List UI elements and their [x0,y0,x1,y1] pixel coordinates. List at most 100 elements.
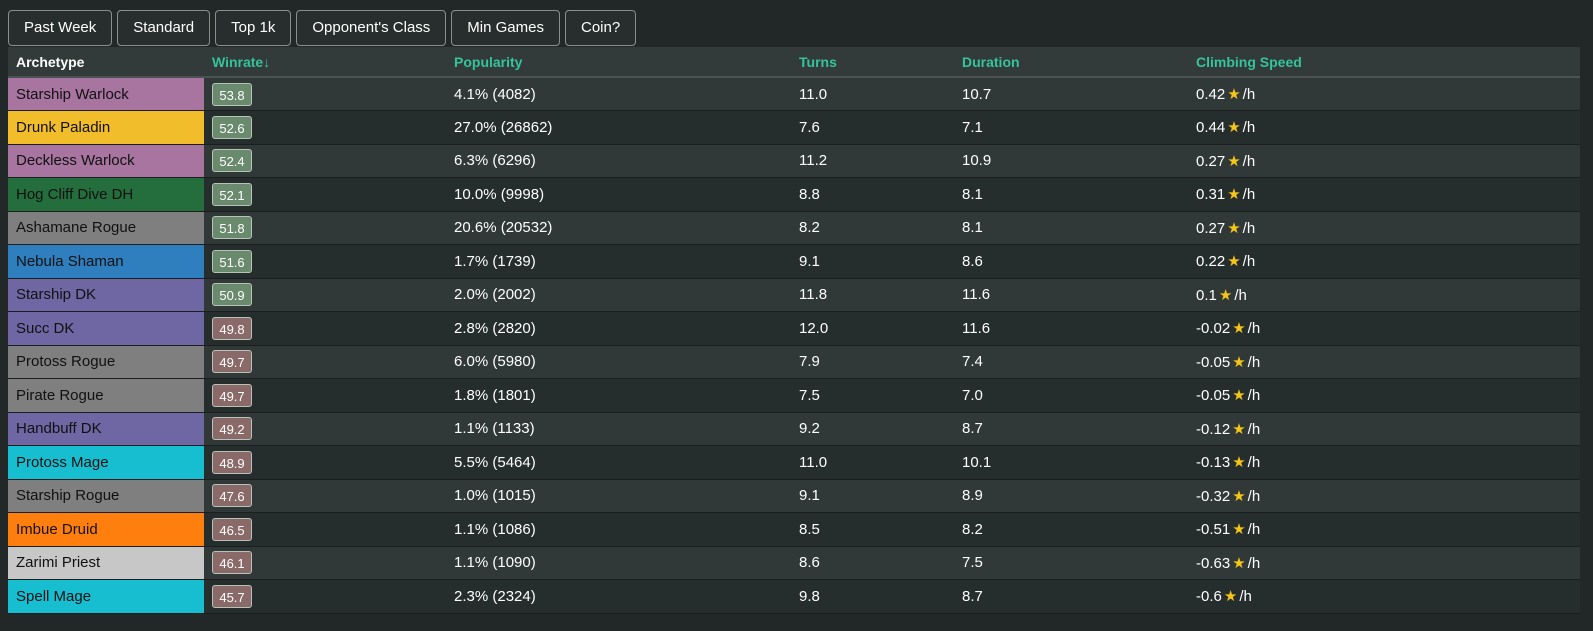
winrate-badge: 50.9 [212,283,252,307]
per-hour-unit: /h [1247,487,1261,505]
winrate-badge: 51.6 [212,249,252,273]
climbing-speed-value: 0.22 [1196,253,1226,271]
archetype-name[interactable]: Imbue Druid [8,512,204,546]
duration-cell: 8.2 [962,520,983,538]
winrate-cell: 49.8 [204,312,446,346]
archetype-name[interactable]: Starship DK [8,278,204,312]
climbing-speed-value: 0.1 [1196,286,1217,304]
table-row: Nebula Shaman 51.6 1.7% (1739) 9.1 8.6 0.22 ★ /… [8,244,1580,279]
coin-button[interactable]: Coin? [564,10,637,46]
winrate-badge: 47.6 [212,484,252,508]
winrate-badge: 49.8 [212,316,252,340]
winrate-badge: 48.9 [212,450,252,474]
climbing-speed-value: -0.63 [1196,554,1231,572]
winrate-badge: 52.6 [212,115,252,139]
opponents-class-button[interactable]: Opponent's Class [296,10,447,46]
winrate-cell: 47.6 [204,479,446,513]
archetype-name[interactable]: Succ DK [8,311,204,345]
duration-cell: 7.0 [962,386,983,404]
climbing-speed-cell: 0.42 ★/h [1188,77,1580,111]
winrate-cell: 49.7 [204,345,446,379]
climbing-speed-cell: -0.05 ★/h [1188,345,1580,379]
header-winrate[interactable]: Winrate↓ [204,47,446,77]
popularity-cell: 1.7% (1739) [454,252,536,270]
popularity-cell: 27.0% (26862) [454,118,553,136]
per-hour-unit: /h [1242,152,1256,170]
header-duration[interactable]: Duration [954,47,1188,77]
turns-cell: 11.2 [799,152,828,170]
winrate-badge: 52.1 [212,182,252,206]
duration-cell: 11.6 [962,319,991,337]
popularity-cell: 1.1% (1090) [454,554,536,572]
duration-cell: 10.1 [962,453,992,471]
climbing-speed-cell: -0.51 ★/h [1188,513,1580,547]
star-icon: ★ [1232,454,1246,472]
archetype-name[interactable]: Starship Rogue [8,479,204,513]
archetype-name[interactable]: Protoss Rogue [8,345,204,379]
standard-button[interactable]: Standard [117,10,211,46]
turns-cell: 11.0 [799,85,828,103]
archetype-stats-table: Archetype Winrate↓ Popularity Turns Dura… [8,47,1580,614]
turns-cell: 11.8 [799,286,828,304]
table-row: Zarimi Priest 46.1 1.1% (1090) 8.6 7.5 -0.63 ★… [8,546,1580,580]
past-week-button[interactable]: Past Week [8,10,113,46]
per-hour-unit: /h [1247,320,1261,338]
header-climbing-speed[interactable]: Climbing Speed [1188,47,1580,77]
duration-cell: 8.7 [962,587,983,605]
archetype-name[interactable]: Deckless Warlock [8,144,204,178]
archetype-name[interactable]: Ashamane Rogue [8,211,204,245]
per-hour-unit: /h [1247,387,1261,405]
climbing-speed-value: -0.6 [1196,588,1222,606]
climbing-speed-cell: 0.1 ★/h [1188,278,1580,312]
popularity-cell: 2.0% (2002) [454,286,536,304]
duration-cell: 10.9 [962,152,992,170]
star-icon: ★ [1227,186,1241,204]
turns-cell: 8.2 [799,219,820,237]
climbing-speed-value: -0.05 [1196,353,1231,371]
table-row: Deckless Warlock 52.4 6.3% (6296) 11.2 10.9 0… [8,144,1580,178]
winrate-badge: 52.4 [212,149,252,173]
header-popularity[interactable]: Popularity [446,47,791,77]
popularity-cell: 20.6% (20532) [454,219,553,237]
climbing-speed-value: 0.42 [1196,86,1226,103]
header-archetype[interactable]: Archetype [8,47,204,77]
archetype-name[interactable]: Drunk Paladin [8,110,204,144]
archetype-name[interactable]: Spell Mage [8,579,204,613]
winrate-cell: 48.9 [204,446,446,480]
filter-toolbar: Past Week Standard Top 1k Opponent's Class M… [8,10,637,48]
climbing-speed-value: 0.31 [1196,186,1226,204]
per-hour-unit: /h [1242,119,1256,137]
per-hour-unit: /h [1247,554,1261,572]
winrate-badge: 46.1 [212,551,252,575]
archetype-name[interactable]: Zarimi Priest [8,546,204,580]
climbing-speed-value: -0.02 [1196,320,1231,338]
winrate-badge: 49.7 [212,383,252,407]
archetype-name[interactable]: Pirate Rogue [8,378,204,412]
winrate-cell: 52.1 [204,178,446,212]
archetype-name[interactable]: Protoss Mage [8,445,204,479]
turns-cell: 8.8 [799,185,820,203]
per-hour-unit: /h [1242,186,1256,204]
top-1k-button[interactable]: Top 1k [215,10,292,46]
table-row: Handbuff DK 49.2 1.1% (1133) 9.2 8.7 -0.12 ★/h [8,412,1580,446]
star-icon: ★ [1232,521,1246,539]
header-turns[interactable]: Turns [791,47,954,77]
archetype-name[interactable]: Handbuff DK [8,412,204,446]
winrate-cell: 46.5 [204,513,446,547]
table-row: Drunk Paladin 52.6 27.0% (26862) 7.6 7.1 0.44… [8,110,1580,144]
archetype-name[interactable]: Nebula Shaman [8,244,204,278]
climbing-speed-cell: 0.27 ★/h [1188,211,1580,245]
turns-cell: 7.5 [799,386,820,404]
climbing-speed-value: 0.27 [1196,152,1226,170]
star-icon: ★ [1227,86,1241,103]
winrate-badge: 53.8 [212,82,252,106]
climbing-speed-cell: -0.02 ★/h [1188,312,1580,346]
climbing-speed-cell: 0.22 ★/h [1188,245,1580,279]
archetype-name[interactable]: Starship Warlock [8,77,204,111]
star-icon: ★ [1227,119,1241,137]
popularity-cell: 10.0% (9998) [454,185,545,203]
winrate-badge: 46.5 [212,517,252,541]
popularity-cell: 1.1% (1086) [454,520,536,538]
min-games-button[interactable]: Min Games [451,10,560,46]
archetype-name[interactable]: Hog Cliff Dive DH [8,177,204,211]
